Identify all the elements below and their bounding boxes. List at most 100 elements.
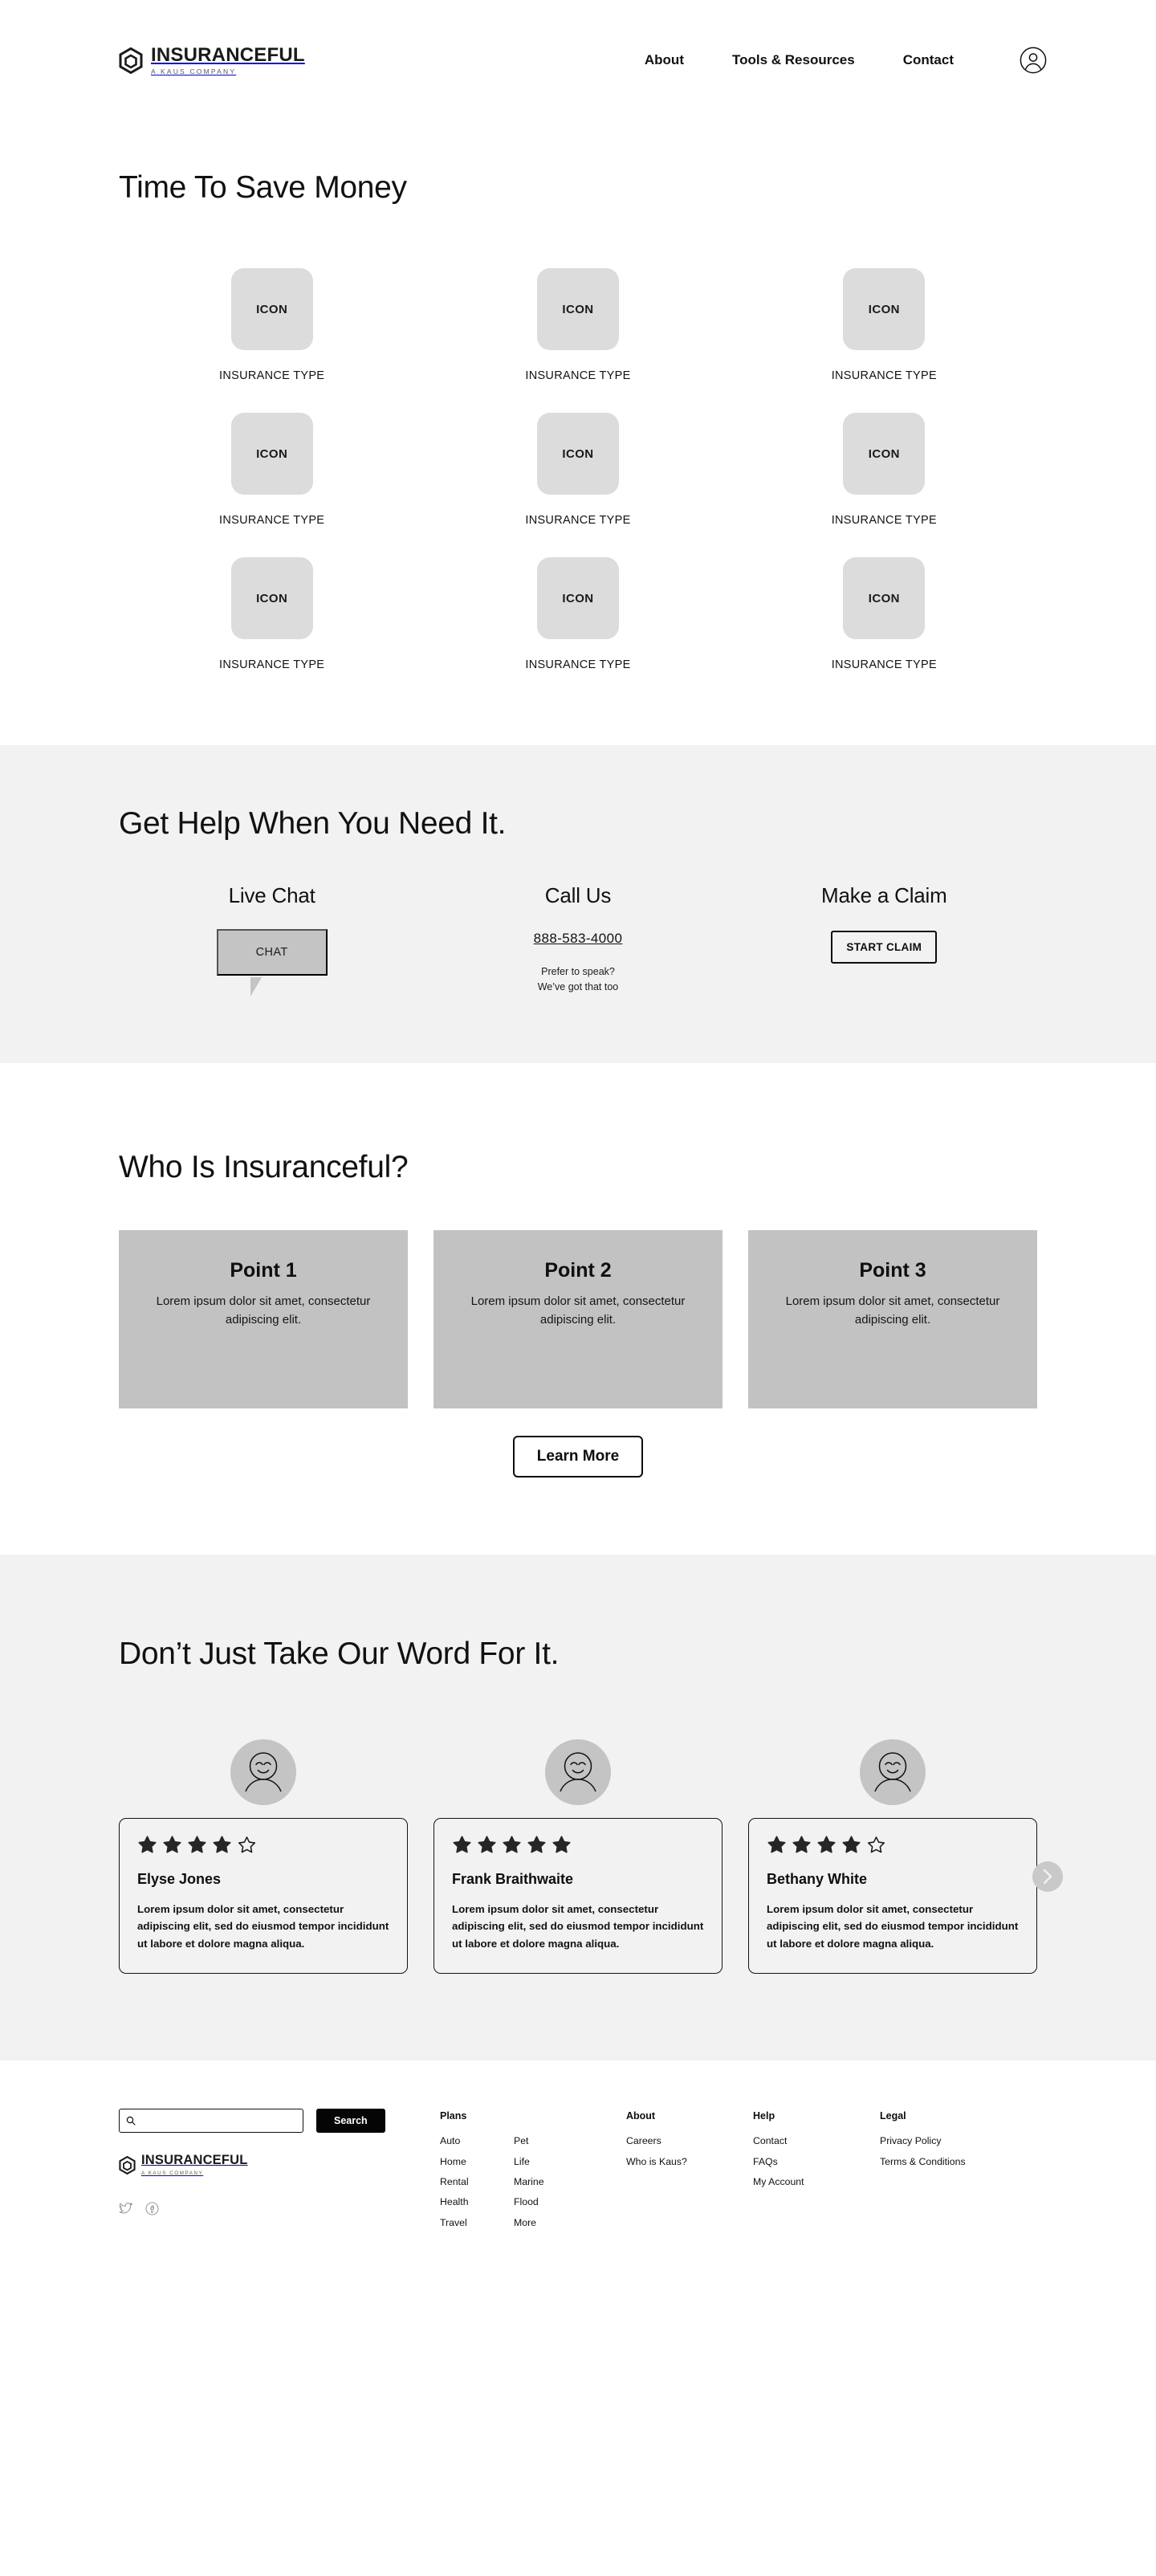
footer-link-terms-conditions[interactable]: Terms & Conditions [880,2156,1040,2166]
insurance-type-card[interactable]: ICON INSURANCE TYPE [731,413,1037,527]
footer-link-contact[interactable]: Contact [753,2136,880,2146]
testimonial-item: Frank Braithwaite Lorem ipsum dolor sit … [434,1738,722,1975]
site-footer: Search INSURANCEFUL A KAUS COMPANY Plans… [0,2060,1156,2297]
carousel-next-button[interactable] [1032,1861,1063,1892]
star-filled-icon [453,1836,471,1853]
insurance-type-card[interactable]: ICON INSURANCE TYPE [119,413,425,527]
get-help-title: Get Help When You Need It. [119,806,507,841]
insurance-type-card[interactable]: ICON INSURANCE TYPE [731,268,1037,382]
insurance-type-card[interactable]: ICON INSURANCE TYPE [119,268,425,382]
social-links [119,2202,440,2215]
facebook-link[interactable] [145,2202,159,2215]
footer-link-health[interactable]: Health [440,2197,514,2207]
plans-sublists: Auto Home Rental Health Travel Pet Life … [440,2136,626,2237]
points-grid: Point 1 Lorem ipsum dolor sit amet, cons… [119,1229,1037,1408]
star-rating [452,1835,704,1855]
insurance-type-card[interactable]: ICON INSURANCE TYPE [425,413,731,527]
footer-column-help: Help Contact FAQs My Account [753,2110,880,2237]
insurance-type-label: INSURANCE TYPE [219,369,325,382]
footer-link-my-account[interactable]: My Account [753,2177,880,2187]
star-filled-icon [817,1836,836,1853]
insurance-type-card[interactable]: ICON INSURANCE TYPE [425,268,731,382]
footer-link-pet[interactable]: Pet [514,2136,588,2146]
help-option-call-us: Call Us 888-583-4000 Prefer to speak? We… [425,883,731,996]
testimonial-card: Bethany White Lorem ipsum dolor sit amet… [748,1817,1037,1975]
nav-item-tools-resources[interactable]: Tools & Resources [708,52,879,68]
footer-link-faqs[interactable]: FAQs [753,2156,880,2166]
footer-logo[interactable]: INSURANCEFUL A KAUS COMPANY [119,2154,440,2176]
insurance-type-icon: ICON [536,557,619,639]
insurance-type-label: INSURANCE TYPE [525,369,631,382]
insurance-type-icon: ICON [843,557,926,639]
star-rating [137,1835,389,1855]
footer-column-about: About Careers Who is Kaus? [626,2110,753,2237]
search-box[interactable] [119,2109,303,2134]
point-body: Lorem ipsum dolor sit amet, consectetur … [470,1294,686,1327]
learn-more-button[interactable]: Learn More [512,1435,644,1478]
chat-bubble-button[interactable]: CHAT [216,929,328,997]
insurance-types-section: Time To Save Money ICON INSURANCE TYPE I… [0,120,1156,745]
insurance-type-label: INSURANCE TYPE [525,658,631,671]
site-logo[interactable]: INSURANCEFUL A KAUS COMPANY [119,45,305,75]
footer-link-life[interactable]: Life [514,2156,588,2166]
insurance-type-label: INSURANCE TYPE [831,369,937,382]
testimonial-item: Bethany White Lorem ipsum dolor sit amet… [748,1738,1037,1975]
insurance-type-card[interactable]: ICON INSURANCE TYPE [731,557,1037,671]
star-filled-icon [503,1836,521,1853]
site-header: INSURANCEFUL A KAUS COMPANY About Tools … [0,0,1156,120]
testimonials-carousel: Elyse Jones Lorem ipsum dolor sit amet, … [119,1738,1063,1975]
plans-sublist-a: Auto Home Rental Health Travel [440,2136,514,2237]
plans-sublist-b: Pet Life Marine Flood More [514,2136,588,2237]
help-options-row: Live Chat CHAT Call Us 888-583-4000 Pref… [119,883,1037,997]
point-title: Point 2 [544,1258,612,1282]
testimonials-section: Don’t Just Take Our Word For It. Elyse J… [0,1554,1156,2061]
insurance-type-card[interactable]: ICON INSURANCE TYPE [119,557,425,671]
footer-link-auto[interactable]: Auto [440,2136,514,2146]
start-claim-button[interactable]: START CLAIM [831,931,938,964]
search-icon [126,2117,136,2126]
footer-link-careers[interactable]: Careers [626,2136,753,2146]
call-us-note-line2: We’ve got that too [537,981,619,993]
footer-link-marine[interactable]: Marine [514,2177,588,2187]
star-filled-icon [767,1836,786,1853]
footer-column-heading: Help [753,2110,775,2122]
footer-link-flood[interactable]: Flood [514,2197,588,2207]
help-option-make-claim: Make a Claim START CLAIM [731,883,1037,996]
footer-link-privacy-policy[interactable]: Privacy Policy [880,2136,1040,2146]
star-filled-icon [842,1836,861,1853]
testimonial-author: Frank Braithwaite [452,1870,574,1887]
footer-link-who-is-kaus[interactable]: Who is Kaus? [626,2156,753,2166]
insurance-type-label: INSURANCE TYPE [219,514,325,527]
insurance-type-card[interactable]: ICON INSURANCE TYPE [425,557,731,671]
insurance-type-icon: ICON [230,413,313,495]
point-body: Lorem ipsum dolor sit amet, consectetur … [156,1294,371,1327]
footer-link-rental[interactable]: Rental [440,2177,514,2187]
logo-tagline: A KAUS COMPANY [151,67,237,76]
testimonials-title: Don’t Just Take Our Word For It. [119,1636,560,1671]
footer-column-heading: Plans [440,2110,467,2122]
phone-number-link[interactable]: 888-583-4000 [534,931,623,947]
twitter-link[interactable] [119,2202,132,2215]
insurance-type-icon: ICON [230,268,313,350]
help-option-live-chat: Live Chat CHAT [119,883,425,997]
footer-link-more[interactable]: More [514,2217,588,2228]
user-account-icon[interactable] [1020,47,1047,74]
insurance-type-icon: ICON [843,268,926,350]
footer-link-travel[interactable]: Travel [440,2217,514,2228]
call-us-note-line1: Prefer to speak? [541,966,615,977]
who-is-title: Who Is Insuranceful? [119,1149,409,1184]
insurance-type-label: INSURANCE TYPE [831,658,937,671]
footer-logo-tagline: A KAUS COMPANY [141,2170,204,2176]
star-filled-icon [188,1836,206,1853]
make-claim-heading: Make a Claim [821,883,947,907]
nav-item-contact[interactable]: Contact [879,52,978,68]
logo-wordmark: INSURANCEFUL [151,43,305,66]
nav-item-about[interactable]: About [621,52,708,68]
main-navigation: About Tools & Resources Contact [621,47,1047,74]
search-input[interactable] [136,2115,296,2127]
facebook-icon [145,2202,159,2215]
testimonial-author: Bethany White [767,1870,868,1887]
search-button[interactable]: Search [316,2109,385,2134]
footer-link-home[interactable]: Home [440,2156,514,2166]
testimonial-item: Elyse Jones Lorem ipsum dolor sit amet, … [119,1738,408,1975]
